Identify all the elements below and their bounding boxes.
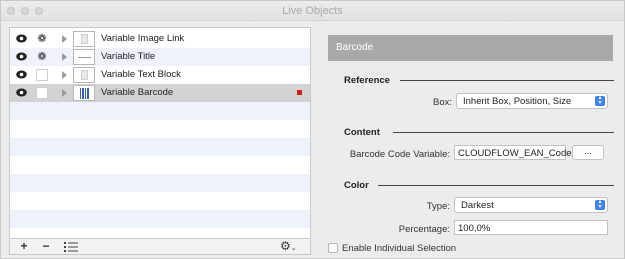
disclosure-triangle-icon[interactable] xyxy=(62,89,67,97)
modified-marker-icon xyxy=(297,90,302,95)
select-arrows-icon: ▴ ▾ xyxy=(595,199,605,210)
empty-row xyxy=(10,192,310,210)
barcode-variable-label: Barcode Code Variable: xyxy=(349,149,450,160)
barcode-thumbnail-icon xyxy=(73,85,95,101)
type-select-value: Darkest xyxy=(461,200,494,211)
layer-row[interactable]: ❁ Variable Title xyxy=(10,48,310,66)
live-objects-window: Live Objects ❁ Variable Image Link ❁ Var… xyxy=(0,0,625,259)
layer-list: ❁ Variable Image Link ❁ Variable Title V… xyxy=(10,28,310,238)
text-line-thumbnail-icon xyxy=(73,49,95,65)
disclosure-triangle-icon[interactable] xyxy=(62,53,67,61)
percentage-value: 100,0% xyxy=(458,223,491,234)
lock-checkbox[interactable] xyxy=(36,69,48,81)
section-color: Color xyxy=(344,180,369,191)
individual-selection-label: Enable Individual Selection xyxy=(342,243,457,254)
remove-button[interactable]: − xyxy=(40,240,52,254)
empty-row xyxy=(10,228,310,238)
layer-list-panel: ❁ Variable Image Link ❁ Variable Title V… xyxy=(9,27,311,255)
barcode-variable-field[interactable]: CLOUDFLOW_EAN_Code xyxy=(454,145,572,160)
box-select[interactable]: Inherit Box, Position, Size ▴ ▾ xyxy=(456,93,608,109)
layer-row[interactable]: ❁ Variable Image Link xyxy=(10,30,310,48)
section-divider xyxy=(393,132,614,133)
box-label: Box: xyxy=(432,97,452,108)
section-divider xyxy=(378,185,614,186)
list-toolbar: + − ⚙⌄ xyxy=(10,238,310,254)
section-reference: Reference xyxy=(344,75,390,86)
image-thumbnail-icon xyxy=(73,31,95,47)
empty-row xyxy=(10,156,310,174)
empty-row xyxy=(10,174,310,192)
type-select[interactable]: Darkest ▴ ▾ xyxy=(454,197,608,213)
type-label: Type: xyxy=(426,201,450,212)
list-icon[interactable] xyxy=(64,242,78,252)
title-bar: Live Objects xyxy=(1,1,624,21)
section-content: Content xyxy=(344,127,380,138)
section-divider xyxy=(400,80,614,81)
text-block-thumbnail-icon xyxy=(73,67,95,83)
layer-label: Variable Barcode xyxy=(101,87,174,98)
eye-icon[interactable] xyxy=(16,34,27,43)
gear-menu-icon[interactable]: ⚙⌄ xyxy=(280,239,297,253)
layer-row[interactable]: Variable Text Block xyxy=(10,66,310,84)
browse-button[interactable]: ... xyxy=(572,145,604,160)
add-button[interactable]: + xyxy=(18,240,30,254)
barcode-variable-value: CLOUDFLOW_EAN_Code xyxy=(458,148,572,159)
lock-gear-icon[interactable]: ❁ xyxy=(36,33,48,45)
window-title: Live Objects xyxy=(282,5,343,17)
properties-panel: Barcode Reference Box: Inherit Box, Posi… xyxy=(320,27,620,257)
individual-selection-checkbox[interactable] xyxy=(328,243,338,253)
eye-icon[interactable] xyxy=(16,70,27,79)
panel-title: Barcode xyxy=(336,42,374,53)
percentage-label: Percentage: xyxy=(398,224,450,235)
eye-icon[interactable] xyxy=(16,52,27,61)
layer-label: Variable Title xyxy=(101,51,156,62)
disclosure-triangle-icon[interactable] xyxy=(62,71,67,79)
eye-icon[interactable] xyxy=(16,88,27,97)
empty-row xyxy=(10,120,310,138)
empty-row xyxy=(10,138,310,156)
panel-header: Barcode xyxy=(328,35,613,61)
lock-checkbox[interactable] xyxy=(36,87,48,99)
layer-label: Variable Image Link xyxy=(101,33,185,44)
layer-label: Variable Text Block xyxy=(101,69,181,80)
box-select-value: Inherit Box, Position, Size xyxy=(463,96,572,107)
percentage-field[interactable]: 100,0% xyxy=(454,220,608,235)
select-arrows-icon: ▴ ▾ xyxy=(595,95,605,106)
empty-row xyxy=(10,210,310,228)
empty-row xyxy=(10,102,310,120)
layer-row-selected[interactable]: Variable Barcode xyxy=(10,84,310,102)
disclosure-triangle-icon[interactable] xyxy=(62,35,67,43)
lock-gear-icon[interactable]: ❁ xyxy=(36,51,48,63)
